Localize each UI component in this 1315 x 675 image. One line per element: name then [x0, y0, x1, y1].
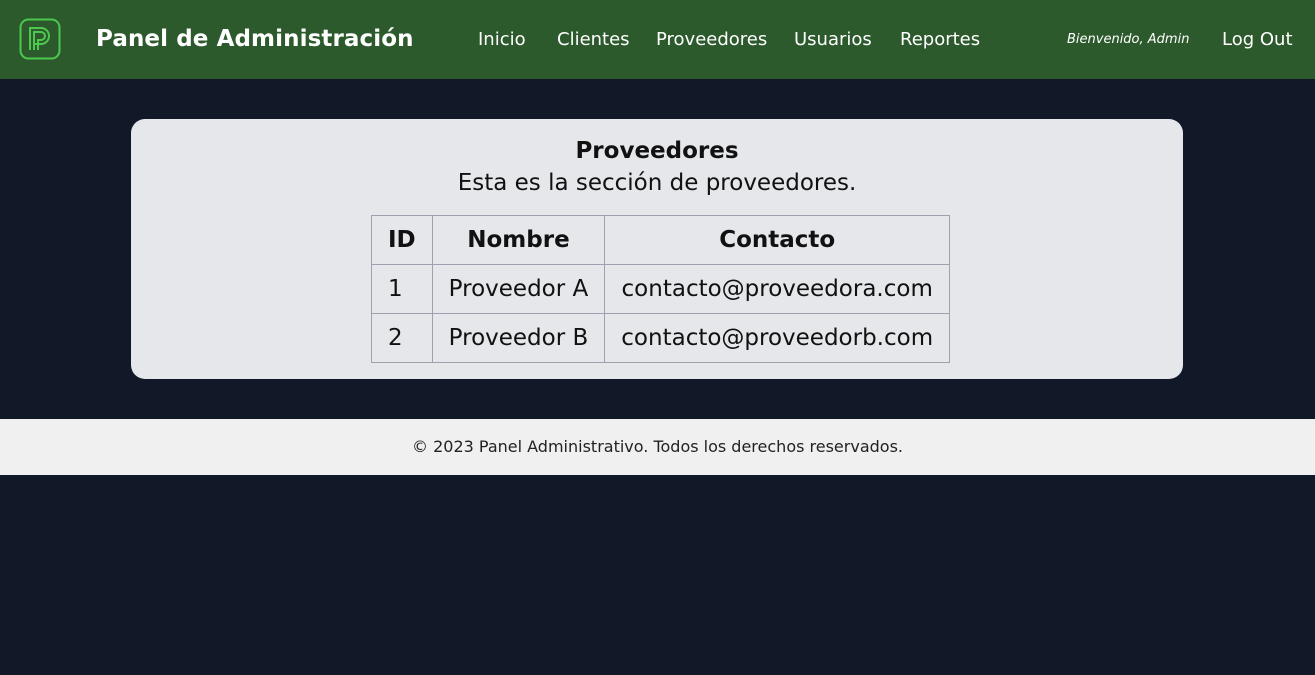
page-footer: © 2023 Panel Administrativo. Todos los d… — [0, 419, 1315, 475]
column-header-nombre: Nombre — [431, 215, 606, 265]
cell-contacto: contacto@proveedorb.com — [604, 313, 951, 363]
cell-id: 2 — [371, 313, 433, 363]
column-header-id: ID — [371, 215, 433, 265]
logout-link[interactable]: Log Out — [1222, 0, 1293, 79]
cell-nombre: Proveedor B — [431, 313, 606, 363]
column-header-contacto: Contacto — [604, 215, 951, 265]
cell-contacto: contacto@proveedora.com — [604, 264, 951, 314]
cell-nombre: Proveedor A — [431, 264, 606, 314]
section-title: Proveedores — [575, 138, 739, 164]
p-logo-icon[interactable] — [19, 18, 61, 60]
top-navbar: Panel de Administración Inicio Clientes … — [0, 0, 1315, 79]
section-subtitle: Esta es la sección de proveedores. — [457, 170, 857, 196]
nav-link-proveedores[interactable]: Proveedores — [656, 0, 767, 79]
brand-title: Panel de Administración — [96, 26, 414, 52]
table-header-row: ID Nombre Contacto — [371, 215, 951, 265]
nav-link-usuarios[interactable]: Usuarios — [794, 0, 872, 79]
nav-link-inicio[interactable]: Inicio — [478, 0, 526, 79]
table-row: 2 Proveedor B contacto@proveedorb.com — [371, 313, 951, 363]
cell-id: 1 — [371, 264, 433, 314]
suppliers-table: ID Nombre Contacto 1 Proveedor A contact… — [371, 215, 951, 363]
nav-link-reportes[interactable]: Reportes — [900, 0, 980, 79]
table-row: 1 Proveedor A contacto@proveedora.com — [371, 264, 951, 314]
welcome-message: Bienvenido, Admin — [1067, 32, 1190, 47]
nav-link-clientes[interactable]: Clientes — [557, 0, 630, 79]
suppliers-card: Proveedores Esta es la sección de provee… — [131, 119, 1183, 379]
